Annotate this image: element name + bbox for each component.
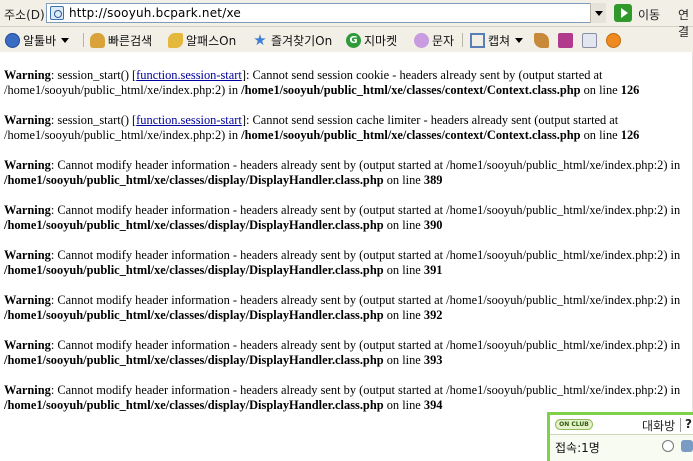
go-button[interactable]: 이동 — [638, 6, 660, 23]
address-url: http://sooyuh.bcpark.net/xe — [69, 6, 241, 20]
warning-line: 389 — [423, 173, 443, 187]
warning-line: 394 — [423, 398, 443, 412]
warning-text: on line — [383, 173, 424, 187]
warning-line: 390 — [423, 218, 443, 232]
key-icon — [168, 32, 183, 48]
chat-room-tab[interactable]: 대화방 — [642, 417, 675, 434]
toolbar-item-altoolbar[interactable]: 알툴바 — [5, 31, 70, 49]
warning-label: Warning — [4, 248, 51, 262]
warning-message: Warning: session_start() [function.sessi… — [4, 68, 689, 98]
settings-icon[interactable] — [606, 33, 621, 48]
toolbar-divider — [83, 33, 84, 47]
warning-label: Warning — [4, 113, 51, 127]
toolbar-label: 알툴바 — [23, 33, 57, 48]
warning-text: on line — [383, 218, 424, 232]
toolbar-item-message[interactable]: 문자 — [414, 31, 454, 49]
warning-text: on line — [383, 398, 424, 412]
warning-label: Warning — [4, 383, 51, 397]
settings-icon[interactable] — [681, 440, 693, 452]
warning-message: Warning: Cannot modify header informatio… — [4, 293, 689, 323]
warning-label: Warning — [4, 158, 51, 172]
toolbar-item-alpass[interactable]: 알패스On — [168, 31, 236, 49]
warning-text: on line — [383, 353, 424, 367]
warning-message: Warning: Cannot modify header informatio… — [4, 203, 689, 233]
warning-text: : Cannot modify header information - hea… — [50, 338, 681, 352]
toolbar: 알툴바 빠른검색 알패스On ★ 즐겨찾기On G 지마켓 문자 캡쳐 — [0, 27, 693, 52]
warning-message: Warning: Cannot modify header informatio… — [4, 158, 689, 188]
tab-divider — [680, 418, 681, 432]
address-label: 주소(D) — [4, 8, 45, 22]
warning-text: : Cannot modify header information - hea… — [50, 158, 681, 172]
warning-label: Warning — [4, 203, 51, 217]
warning-message: Warning: Cannot modify header informatio… — [4, 383, 689, 413]
chat-widget-header: ON CLUB 대화방 ? — [550, 415, 693, 435]
broom-icon[interactable] — [534, 33, 549, 48]
toolbar-label: 문자 — [432, 33, 455, 48]
warning-text: : Cannot modify header information - hea… — [50, 293, 681, 307]
warning-path: /home1/sooyuh/public_html/xe/classes/dis… — [4, 173, 384, 187]
warning-text: : Cannot modify header information - hea… — [50, 383, 681, 397]
user-count: 접속:1명 — [555, 441, 600, 455]
warning-line: 393 — [423, 353, 443, 367]
warning-text: on line — [580, 128, 621, 142]
warning-label: Warning — [4, 338, 51, 352]
warning-line: 392 — [423, 308, 443, 322]
address-input[interactable]: http://sooyuh.bcpark.net/xe — [46, 3, 606, 23]
chevron-down-icon — [515, 37, 524, 43]
chat-widget: ON CLUB 대화방 ? 접속:1명 — [547, 412, 693, 461]
warning-line: 126 — [620, 83, 640, 97]
warning-text: : session_start() [ — [50, 113, 137, 127]
warning-path: /home1/sooyuh/public_html/xe/classes/dis… — [4, 218, 384, 232]
warning-message: Warning: Cannot modify header informatio… — [4, 248, 689, 278]
warning-label: Warning — [4, 293, 51, 307]
warning-text: on line — [580, 83, 621, 97]
toolbar-label: 지마켓 — [364, 33, 398, 48]
toolbar-item-gmarket[interactable]: G 지마켓 — [346, 31, 397, 49]
onclub-badge: ON CLUB — [555, 419, 593, 430]
warning-text: : session_start() [ — [50, 68, 137, 82]
help-button[interactable]: ? — [685, 417, 692, 431]
toolbar-divider — [462, 33, 463, 47]
warning-text: on line — [383, 308, 424, 322]
warning-message: Warning: session_start() [function.sessi… — [4, 113, 689, 143]
quick-search-icon — [90, 32, 105, 48]
function-link[interactable]: function.session-start — [136, 68, 242, 82]
toolbar-label: 빠른검색 — [108, 33, 153, 48]
warning-path: /home1/sooyuh/public_html/xe/classes/con… — [241, 83, 581, 97]
function-link[interactable]: function.session-start — [136, 113, 242, 127]
warning-line: 391 — [423, 263, 443, 277]
toolbar-item-quick-search[interactable]: 빠른검색 — [90, 31, 152, 49]
toolbar-item-favorites[interactable]: ★ 즐겨찾기On — [252, 31, 332, 49]
warning-path: /home1/sooyuh/public_html/xe/classes/dis… — [4, 263, 384, 277]
address-bar: 주소(D) http://sooyuh.bcpark.net/xe 이동 연결 — [0, 0, 693, 39]
warning-label: Warning — [4, 68, 51, 82]
warning-text: : Cannot modify header information - hea… — [50, 248, 681, 262]
star-icon: ★ — [253, 30, 267, 49]
toolbar-label: 즐겨찾기On — [271, 33, 333, 48]
capture-icon — [470, 32, 485, 48]
toolbar-item-capture[interactable]: 캡쳐 — [470, 31, 524, 49]
emoticon-icon[interactable] — [662, 440, 674, 452]
disk-icon[interactable] — [582, 33, 597, 48]
toolbar-label: 캡쳐 — [488, 33, 511, 48]
warning-text: on line — [383, 263, 424, 277]
page-icon — [50, 6, 64, 20]
warning-path: /home1/sooyuh/public_html/xe/classes/dis… — [4, 353, 384, 367]
address-dropdown-button[interactable] — [590, 3, 606, 23]
page-content: Warning: session_start() [function.sessi… — [4, 68, 689, 428]
warning-message: Warning: Cannot modify header informatio… — [4, 338, 689, 368]
warning-path: /home1/sooyuh/public_html/xe/classes/dis… — [4, 398, 384, 412]
warning-path: /home1/sooyuh/public_html/xe/classes/dis… — [4, 308, 384, 322]
altoolbar-icon — [5, 32, 20, 48]
warning-path: /home1/sooyuh/public_html/xe/classes/con… — [241, 128, 581, 142]
toolbar-label: 알패스On — [186, 33, 237, 48]
browser-chrome: 주소(D) http://sooyuh.bcpark.net/xe 이동 연결 … — [0, 0, 693, 52]
save-icon[interactable] — [558, 33, 573, 48]
gmarket-icon: G — [346, 32, 361, 48]
chevron-down-icon — [61, 37, 70, 43]
warning-line: 126 — [620, 128, 640, 142]
warning-text: : Cannot modify header information - hea… — [50, 203, 681, 217]
go-arrow-icon[interactable] — [614, 4, 632, 22]
message-icon — [414, 32, 429, 48]
